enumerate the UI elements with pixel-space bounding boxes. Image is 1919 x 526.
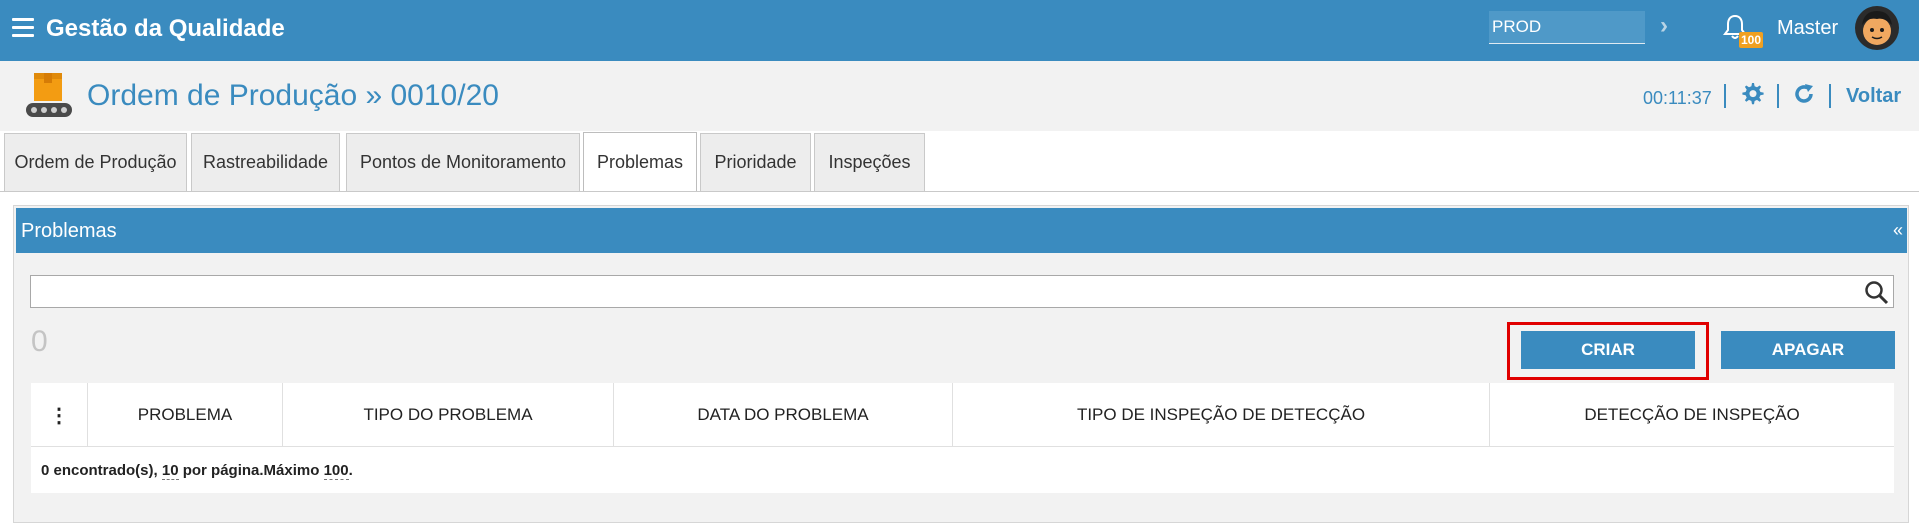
notifications-button[interactable]: 100 bbox=[1722, 13, 1764, 49]
column-header-problema[interactable]: PROBLEMA bbox=[88, 383, 283, 447]
column-header-deteccao-inspecao[interactable]: DETECÇÃO DE INSPEÇÃO bbox=[1490, 383, 1894, 447]
tab-rastreabilidade[interactable]: Rastreabilidade bbox=[191, 133, 340, 191]
tab-prioridade[interactable]: Prioridade bbox=[700, 133, 811, 191]
create-button[interactable]: CRIAR bbox=[1521, 331, 1695, 369]
chevron-right-icon[interactable]: › bbox=[1660, 12, 1668, 40]
production-order-icon bbox=[26, 73, 72, 117]
column-header-data-do-problema[interactable]: DATA DO PROBLEMA bbox=[614, 383, 953, 447]
back-button[interactable]: Voltar bbox=[1846, 85, 1901, 108]
tab-inspecoes[interactable]: Inspeções bbox=[814, 133, 925, 191]
avatar[interactable] bbox=[1854, 5, 1900, 51]
page-header: Ordem de Produção » 0010/20 00:11:37 Vol… bbox=[0, 61, 1919, 131]
tab-bar: Ordem de Produção Rastreabilidade Pontos… bbox=[0, 131, 1919, 192]
per-page-selector[interactable]: 10 bbox=[161, 462, 179, 480]
divider bbox=[1777, 84, 1779, 108]
column-header-tipo-inspecao-deteccao[interactable]: TIPO DE INSPEÇÃO DE DETECÇÃO bbox=[953, 383, 1490, 447]
max-selector[interactable]: 100 bbox=[323, 462, 349, 480]
hamburger-menu-icon[interactable] bbox=[12, 18, 34, 38]
panel-header: Problemas « bbox=[16, 208, 1907, 253]
search-input[interactable] bbox=[31, 276, 1851, 307]
panel-title: Problemas bbox=[21, 220, 117, 242]
top-bar: Gestão da Qualidade › 100 Master bbox=[0, 0, 1919, 61]
notification-count-badge: 100 bbox=[1739, 32, 1764, 48]
session-timer: 00:11:37 bbox=[1643, 88, 1712, 108]
per-page-text: por página.Máximo bbox=[178, 462, 324, 479]
tab-ordem-de-producao[interactable]: Ordem de Produção bbox=[4, 133, 187, 191]
column-header-tipo-do-problema[interactable]: TIPO DO PROBLEMA bbox=[283, 383, 614, 447]
problems-panel: Problemas « 0 CRIAR APAGAR ⋮ PROBLEMA TI… bbox=[13, 205, 1909, 523]
search-icon[interactable] bbox=[1864, 280, 1889, 305]
environment-field[interactable] bbox=[1489, 11, 1645, 44]
collapse-icon[interactable]: « bbox=[1893, 220, 1903, 241]
table-footer: 0 encontrado(s), 10 por página.Máximo 10… bbox=[41, 462, 353, 480]
table-header: ⋮ PROBLEMA TIPO DO PROBLEMA DATA DO PROB… bbox=[31, 383, 1894, 447]
record-count: 0 bbox=[31, 325, 48, 358]
user-name[interactable]: Master bbox=[1777, 17, 1838, 40]
app-title: Gestão da Qualidade bbox=[46, 15, 285, 42]
found-count-text: 0 encontrado(s), bbox=[41, 462, 162, 479]
tab-pontos-de-monitoramento[interactable]: Pontos de Monitoramento bbox=[346, 133, 580, 191]
tab-content: Problemas « 0 CRIAR APAGAR ⋮ PROBLEMA TI… bbox=[0, 191, 1919, 526]
divider bbox=[1829, 84, 1831, 108]
footer-end: . bbox=[348, 462, 353, 479]
tab-problemas[interactable]: Problemas bbox=[583, 132, 697, 192]
refresh-icon[interactable] bbox=[1792, 82, 1816, 106]
delete-button[interactable]: APAGAR bbox=[1721, 331, 1895, 369]
gear-icon[interactable] bbox=[1740, 82, 1764, 106]
page-title: Ordem de Produção » 0010/20 bbox=[87, 79, 499, 112]
column-menu-icon[interactable]: ⋮ bbox=[31, 383, 88, 447]
problems-table: ⋮ PROBLEMA TIPO DO PROBLEMA DATA DO PROB… bbox=[31, 383, 1894, 493]
search-box bbox=[30, 275, 1894, 308]
divider bbox=[1724, 84, 1726, 108]
